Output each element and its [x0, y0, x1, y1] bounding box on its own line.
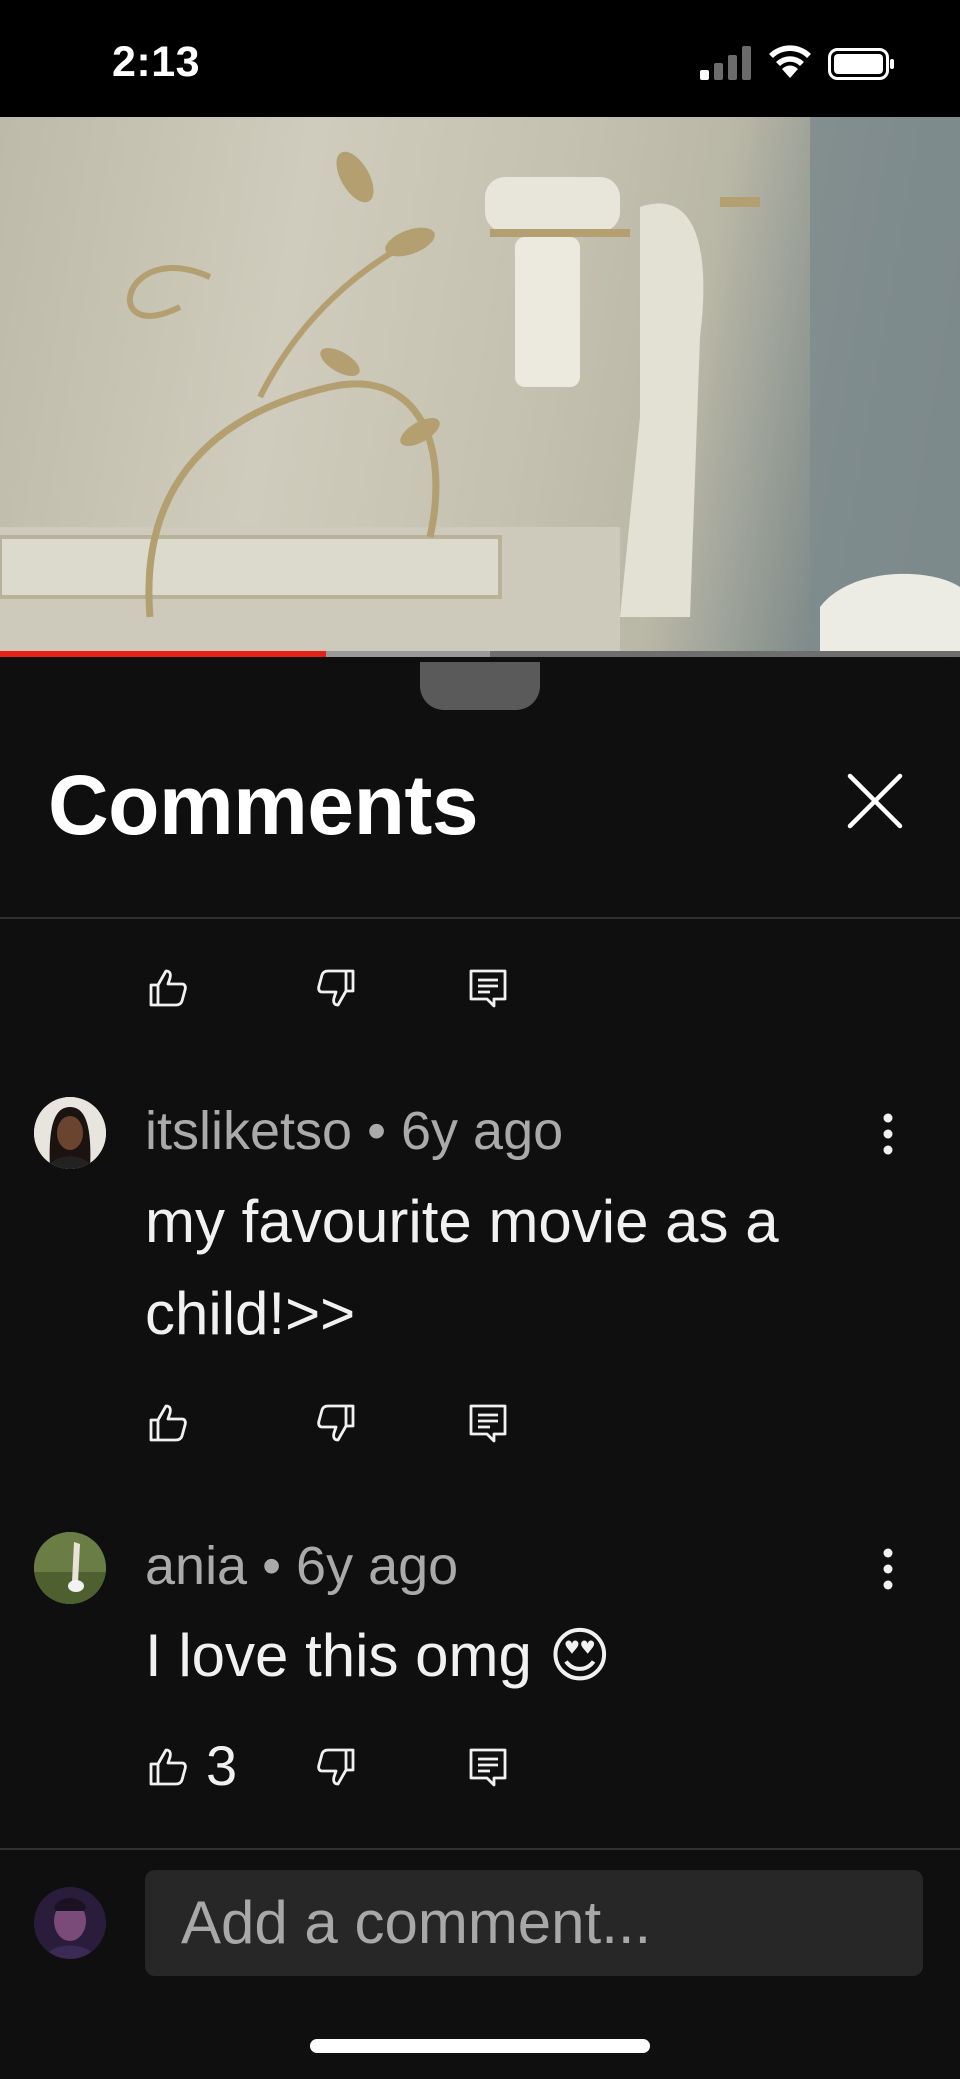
add-comment-input[interactable]: Add a comment...	[145, 1870, 923, 1976]
more-vert-icon[interactable]	[882, 1113, 894, 1155]
thumbs-up-icon[interactable]	[148, 1747, 188, 1787]
comment-text: my favourite movie as a child!>>	[145, 1176, 779, 1360]
avatar[interactable]	[34, 1097, 106, 1169]
divider	[0, 917, 960, 919]
video-frame-image	[0, 117, 960, 657]
like-count: 3	[206, 1734, 238, 1797]
comment-age: 6y ago	[296, 1536, 459, 1596]
comment-line: my favourite movie as a	[145, 1188, 779, 1255]
reply-icon[interactable]	[468, 1403, 508, 1443]
video-player[interactable]	[0, 117, 960, 657]
comment-age: 6y ago	[401, 1101, 564, 1161]
more-vert-icon[interactable]	[882, 1548, 894, 1590]
meta-separator: •	[367, 1101, 386, 1161]
signal-icon	[700, 46, 751, 80]
reply-icon[interactable]	[468, 968, 508, 1008]
divider	[0, 1848, 960, 1850]
home-indicator[interactable]	[310, 2039, 650, 2053]
avatar-image	[34, 1097, 106, 1169]
status-time: 2:13	[112, 38, 201, 86]
comment-line: I love this omg 😍	[145, 1622, 612, 1689]
avatar-image	[34, 1532, 106, 1604]
comments-sheet	[0, 658, 960, 2079]
comment-meta: ania • 6y ago	[145, 1535, 458, 1597]
progress-played	[0, 651, 327, 657]
avatar[interactable]	[34, 1532, 106, 1604]
thumbs-down-icon[interactable]	[316, 968, 356, 1008]
comment-line: child!>>	[145, 1280, 356, 1347]
reply-icon[interactable]	[468, 1747, 508, 1787]
battery-icon	[828, 48, 894, 80]
comment-text: I love this omg 😍	[145, 1610, 611, 1702]
user-avatar-image	[34, 1887, 106, 1959]
thumbs-down-icon[interactable]	[316, 1403, 356, 1443]
user-avatar[interactable]	[34, 1887, 106, 1959]
thumbs-up-icon[interactable]	[148, 1403, 188, 1443]
close-icon[interactable]	[846, 772, 904, 830]
comment-author[interactable]: ania	[145, 1536, 247, 1596]
drag-handle[interactable]	[420, 662, 540, 710]
wifi-icon	[769, 45, 811, 78]
meta-separator: •	[262, 1536, 282, 1596]
thumbs-up-icon[interactable]	[148, 968, 188, 1008]
comment-meta: itsliketso • 6y ago	[145, 1100, 563, 1162]
sheet-title: Comments	[48, 758, 479, 852]
thumbs-down-icon[interactable]	[316, 1747, 356, 1787]
comment-author[interactable]: itsliketso	[145, 1101, 352, 1161]
